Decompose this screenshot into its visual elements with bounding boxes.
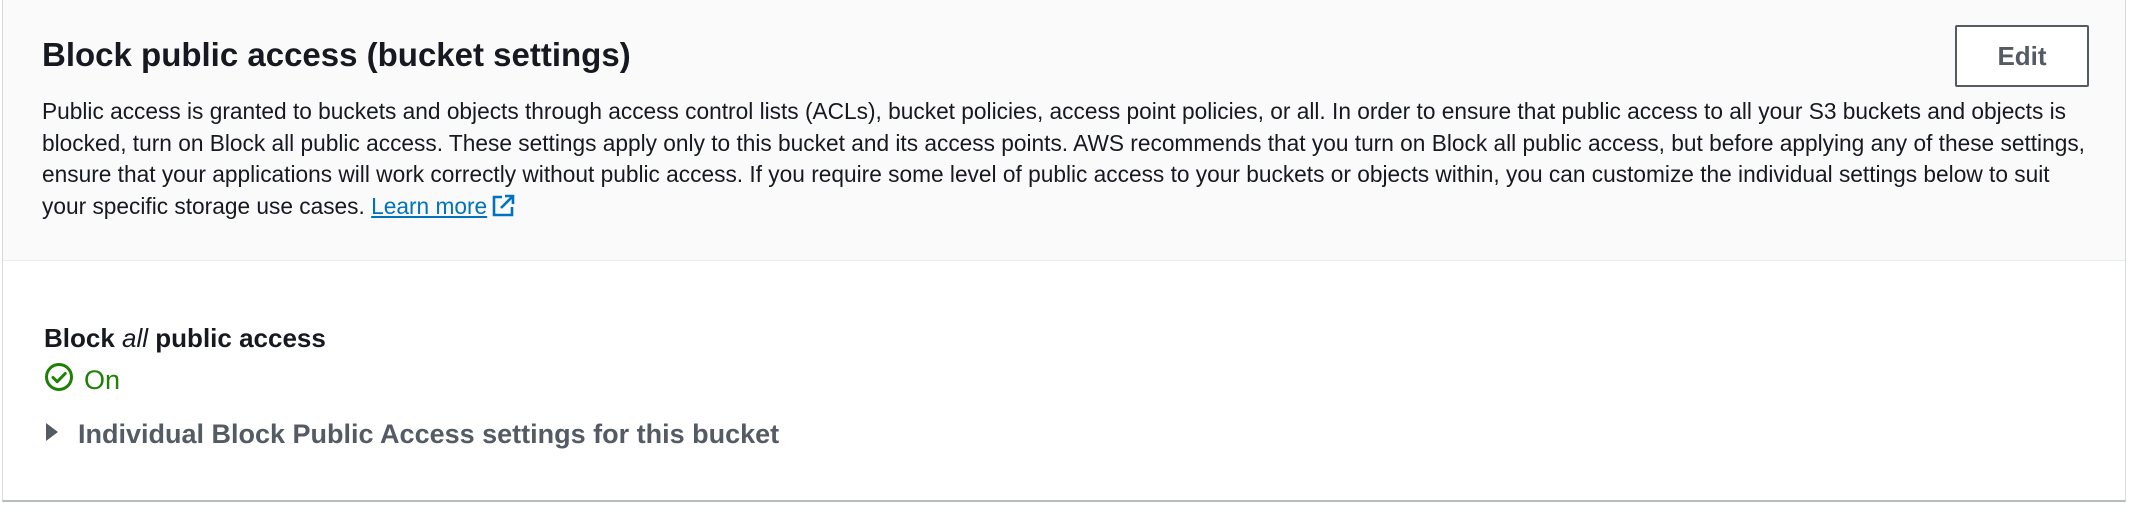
block-all-status: On (44, 362, 120, 398)
individual-settings-label[interactable]: Individual Block Public Access settings … (78, 419, 779, 450)
block-public-access-panel: Block public access (bucket settings) Ed… (2, 0, 2126, 502)
learn-more-label[interactable]: Learn more (371, 193, 487, 219)
block-all-public-access-label: Block all public access (44, 320, 326, 356)
learn-more-link[interactable]: Learn more (371, 193, 515, 219)
status-text: On (84, 364, 121, 395)
block-all-label-emphasis: all (122, 323, 149, 353)
block-all-label-suffix: public access (155, 323, 326, 353)
external-link-icon[interactable] (491, 194, 515, 227)
description-text: Public access is granted to buckets and … (42, 98, 2085, 219)
check-circle-icon (44, 362, 84, 399)
block-all-label-prefix: Block (44, 323, 115, 353)
panel-header: Block public access (bucket settings) Ed… (3, 0, 2125, 261)
individual-settings-expander[interactable]: Individual Block Public Access settings … (44, 414, 779, 454)
edit-button[interactable]: Edit (1955, 25, 2089, 87)
panel-description: Public access is granted to buckets and … (42, 96, 2092, 226)
caret-right-icon[interactable] (44, 419, 78, 450)
panel-title: Block public access (bucket settings) (42, 36, 631, 73)
